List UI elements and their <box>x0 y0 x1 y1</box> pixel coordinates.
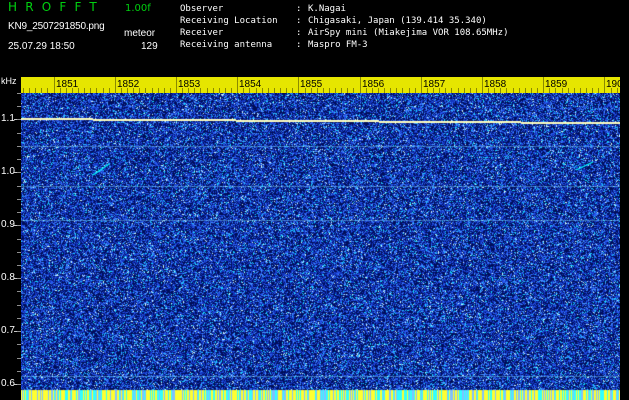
info-separator: : <box>296 4 302 14</box>
receiver-value: AirSpy mini (Miakejima VOR 108.65MHz) <box>308 28 509 38</box>
location-value: Chigasaki, Japan (139.414 35.340) <box>308 16 487 26</box>
frequency-label: 0.8 <box>1 272 15 283</box>
antenna-label: Receiving antenna <box>180 40 273 50</box>
frequency-label: 1.1 <box>1 113 15 124</box>
capture-datetime: 25.07.29 18:50 <box>8 41 75 52</box>
antenna-value: Maspro FM-3 <box>308 40 368 50</box>
file-name: KN9_2507291850.png <box>8 21 105 32</box>
frequency-label: 0.9 <box>1 219 15 230</box>
info-separator: : <box>296 16 302 26</box>
hrofft-window: HROFFT 1.00f KN9_2507291850.png 25.07.29… <box>0 0 629 400</box>
frequency-label: 0.6 <box>1 378 15 389</box>
observer-value: K.Nagai <box>308 4 346 14</box>
frequency-label: 1.0 <box>1 166 15 177</box>
app-version: 1.00f <box>125 3 151 14</box>
observation-mode: meteor <box>124 28 156 39</box>
detection-count: 129 <box>141 41 158 52</box>
spectrogram-plot <box>21 93 620 400</box>
info-separator: : <box>296 40 302 50</box>
frequency-label: 0.7 <box>1 325 15 336</box>
time-axis: 1851185218531854185518561857185818591900 <box>21 77 620 93</box>
info-separator: : <box>296 28 302 38</box>
receiver-label: Receiver <box>180 28 224 38</box>
app-title: HROFFT <box>8 0 105 14</box>
frequency-unit-label: kHz <box>1 76 17 86</box>
location-label: Receiving Location <box>180 16 278 26</box>
observer-label: Observer <box>180 4 224 14</box>
